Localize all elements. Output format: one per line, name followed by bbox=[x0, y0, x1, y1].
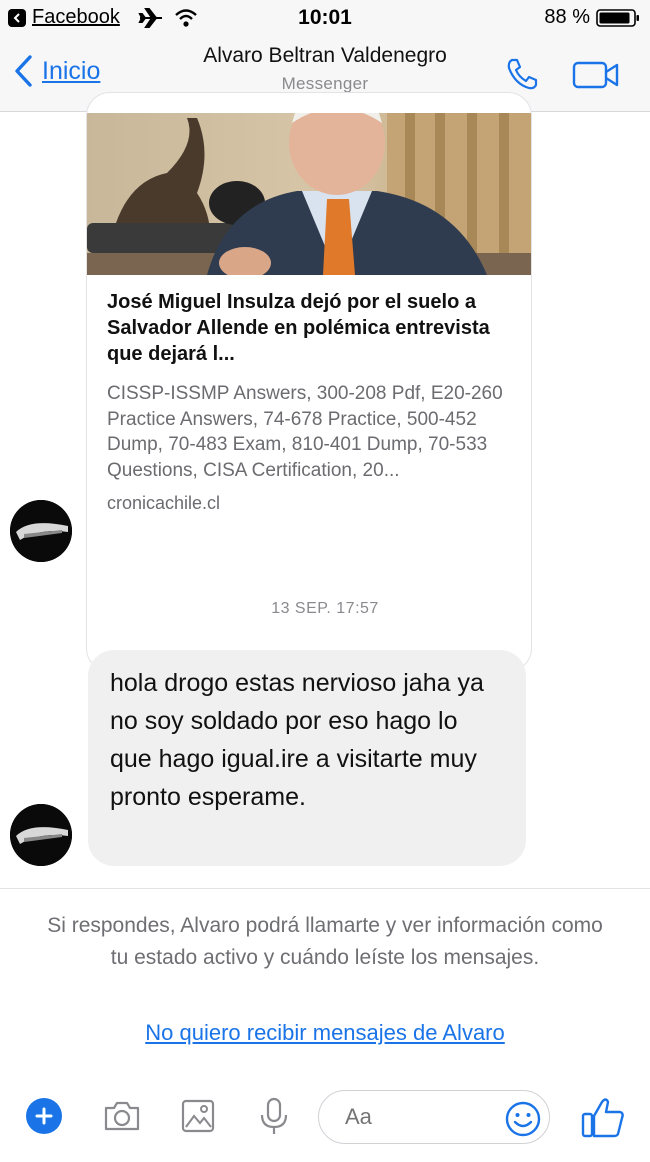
avatar[interactable] bbox=[10, 804, 72, 866]
phone-icon[interactable] bbox=[504, 56, 540, 92]
reply-privacy-notice: Si respondes, Alvaro podrá llamarte y ve… bbox=[47, 914, 603, 969]
battery-icon bbox=[596, 9, 639, 27]
plus-button[interactable] bbox=[26, 1098, 62, 1134]
link-domain: cronicachile.cl bbox=[107, 493, 221, 513]
battery-percent: 88 % bbox=[544, 6, 590, 28]
divider bbox=[0, 888, 650, 889]
block-messages-link[interactable]: No quiero recibir mensajes de Alvaro bbox=[0, 1020, 650, 1046]
contact-name[interactable]: Alvaro Beltran Valdenegro bbox=[0, 44, 650, 68]
link-title: José Miguel Insulza dejó por el suelo a … bbox=[107, 291, 490, 365]
link-description: CISSP-ISSMP Answers, 300-208 Pdf, E20-26… bbox=[107, 383, 503, 481]
message-thread: José Miguel Insulza dejó por el suelo a … bbox=[0, 92, 650, 892]
message-composer bbox=[0, 1070, 650, 1162]
camera-icon[interactable] bbox=[102, 1096, 142, 1136]
status-bar: Facebook 10:01 88 % bbox=[0, 0, 650, 36]
photo-icon[interactable] bbox=[178, 1096, 218, 1136]
avatar[interactable] bbox=[10, 500, 72, 562]
microphone-icon[interactable] bbox=[254, 1096, 294, 1136]
plus-icon bbox=[35, 1107, 53, 1125]
message-timestamp: 13 SEP. 17:57 bbox=[271, 600, 379, 617]
link-preview-text: José Miguel Insulza dejó por el suelo a … bbox=[107, 289, 517, 514]
link-preview-image bbox=[87, 113, 531, 275]
incoming-message-bubble[interactable]: hola drogo estas nervioso jaha ya no soy… bbox=[88, 650, 526, 866]
messenger-screen: Facebook 10:01 88 % Inicio Alvaro Beltra… bbox=[0, 0, 650, 1162]
video-icon[interactable] bbox=[572, 60, 620, 90]
thumbs-up-icon[interactable] bbox=[580, 1094, 626, 1140]
emoji-icon[interactable] bbox=[504, 1100, 542, 1138]
contact-subtitle: Messenger bbox=[281, 74, 369, 93]
shared-link-card[interactable]: José Miguel Insulza dejó por el suelo a … bbox=[86, 92, 532, 672]
